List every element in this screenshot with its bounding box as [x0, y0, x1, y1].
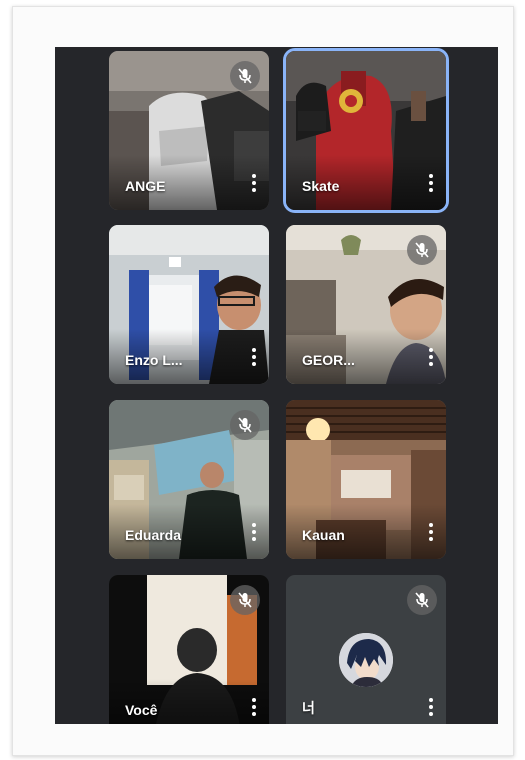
participant-name: Você — [125, 702, 158, 718]
mic-off-icon — [230, 585, 260, 615]
more-vert-icon[interactable] — [249, 174, 259, 196]
participant-name: ANGE — [125, 178, 166, 194]
meeting-grid-area: ANGE Skate Enzo L... GEOR... Eduarda Kau… — [55, 47, 498, 724]
participant-name: 너 — [302, 700, 315, 716]
more-vert-icon[interactable] — [426, 174, 436, 196]
more-vert-icon[interactable] — [249, 348, 259, 370]
participant-tile-voce[interactable]: Você — [109, 575, 269, 724]
more-vert-icon[interactable] — [426, 348, 436, 370]
participant-tile-ange[interactable]: ANGE — [109, 51, 269, 210]
mic-off-icon — [230, 410, 260, 440]
mic-off-icon — [407, 235, 437, 265]
participant-tile-kauan[interactable]: Kauan — [286, 400, 446, 559]
participant-tile-eduarda[interactable]: Eduarda — [109, 400, 269, 559]
participant-tile-geor[interactable]: GEOR... — [286, 225, 446, 384]
participant-name: Kauan — [302, 527, 345, 543]
more-vert-icon[interactable] — [426, 523, 436, 545]
participant-tile-skate[interactable]: Skate — [286, 51, 446, 210]
participant-name: Enzo L... — [125, 352, 183, 368]
participant-name: Eduarda — [125, 527, 182, 543]
more-vert-icon[interactable] — [249, 698, 259, 720]
mic-off-icon — [407, 585, 437, 615]
participant-name: GEOR... — [302, 352, 355, 368]
more-vert-icon[interactable] — [249, 523, 259, 545]
participant-grid: ANGE Skate Enzo L... GEOR... Eduarda Kau… — [109, 51, 446, 724]
participant-tile-avatar[interactable]: 너 — [286, 575, 446, 724]
avatar — [339, 633, 393, 687]
more-vert-icon[interactable] — [426, 698, 436, 720]
participant-tile-enzo[interactable]: Enzo L... — [109, 225, 269, 384]
mic-off-icon — [230, 61, 260, 91]
participant-name: Skate — [302, 178, 340, 194]
